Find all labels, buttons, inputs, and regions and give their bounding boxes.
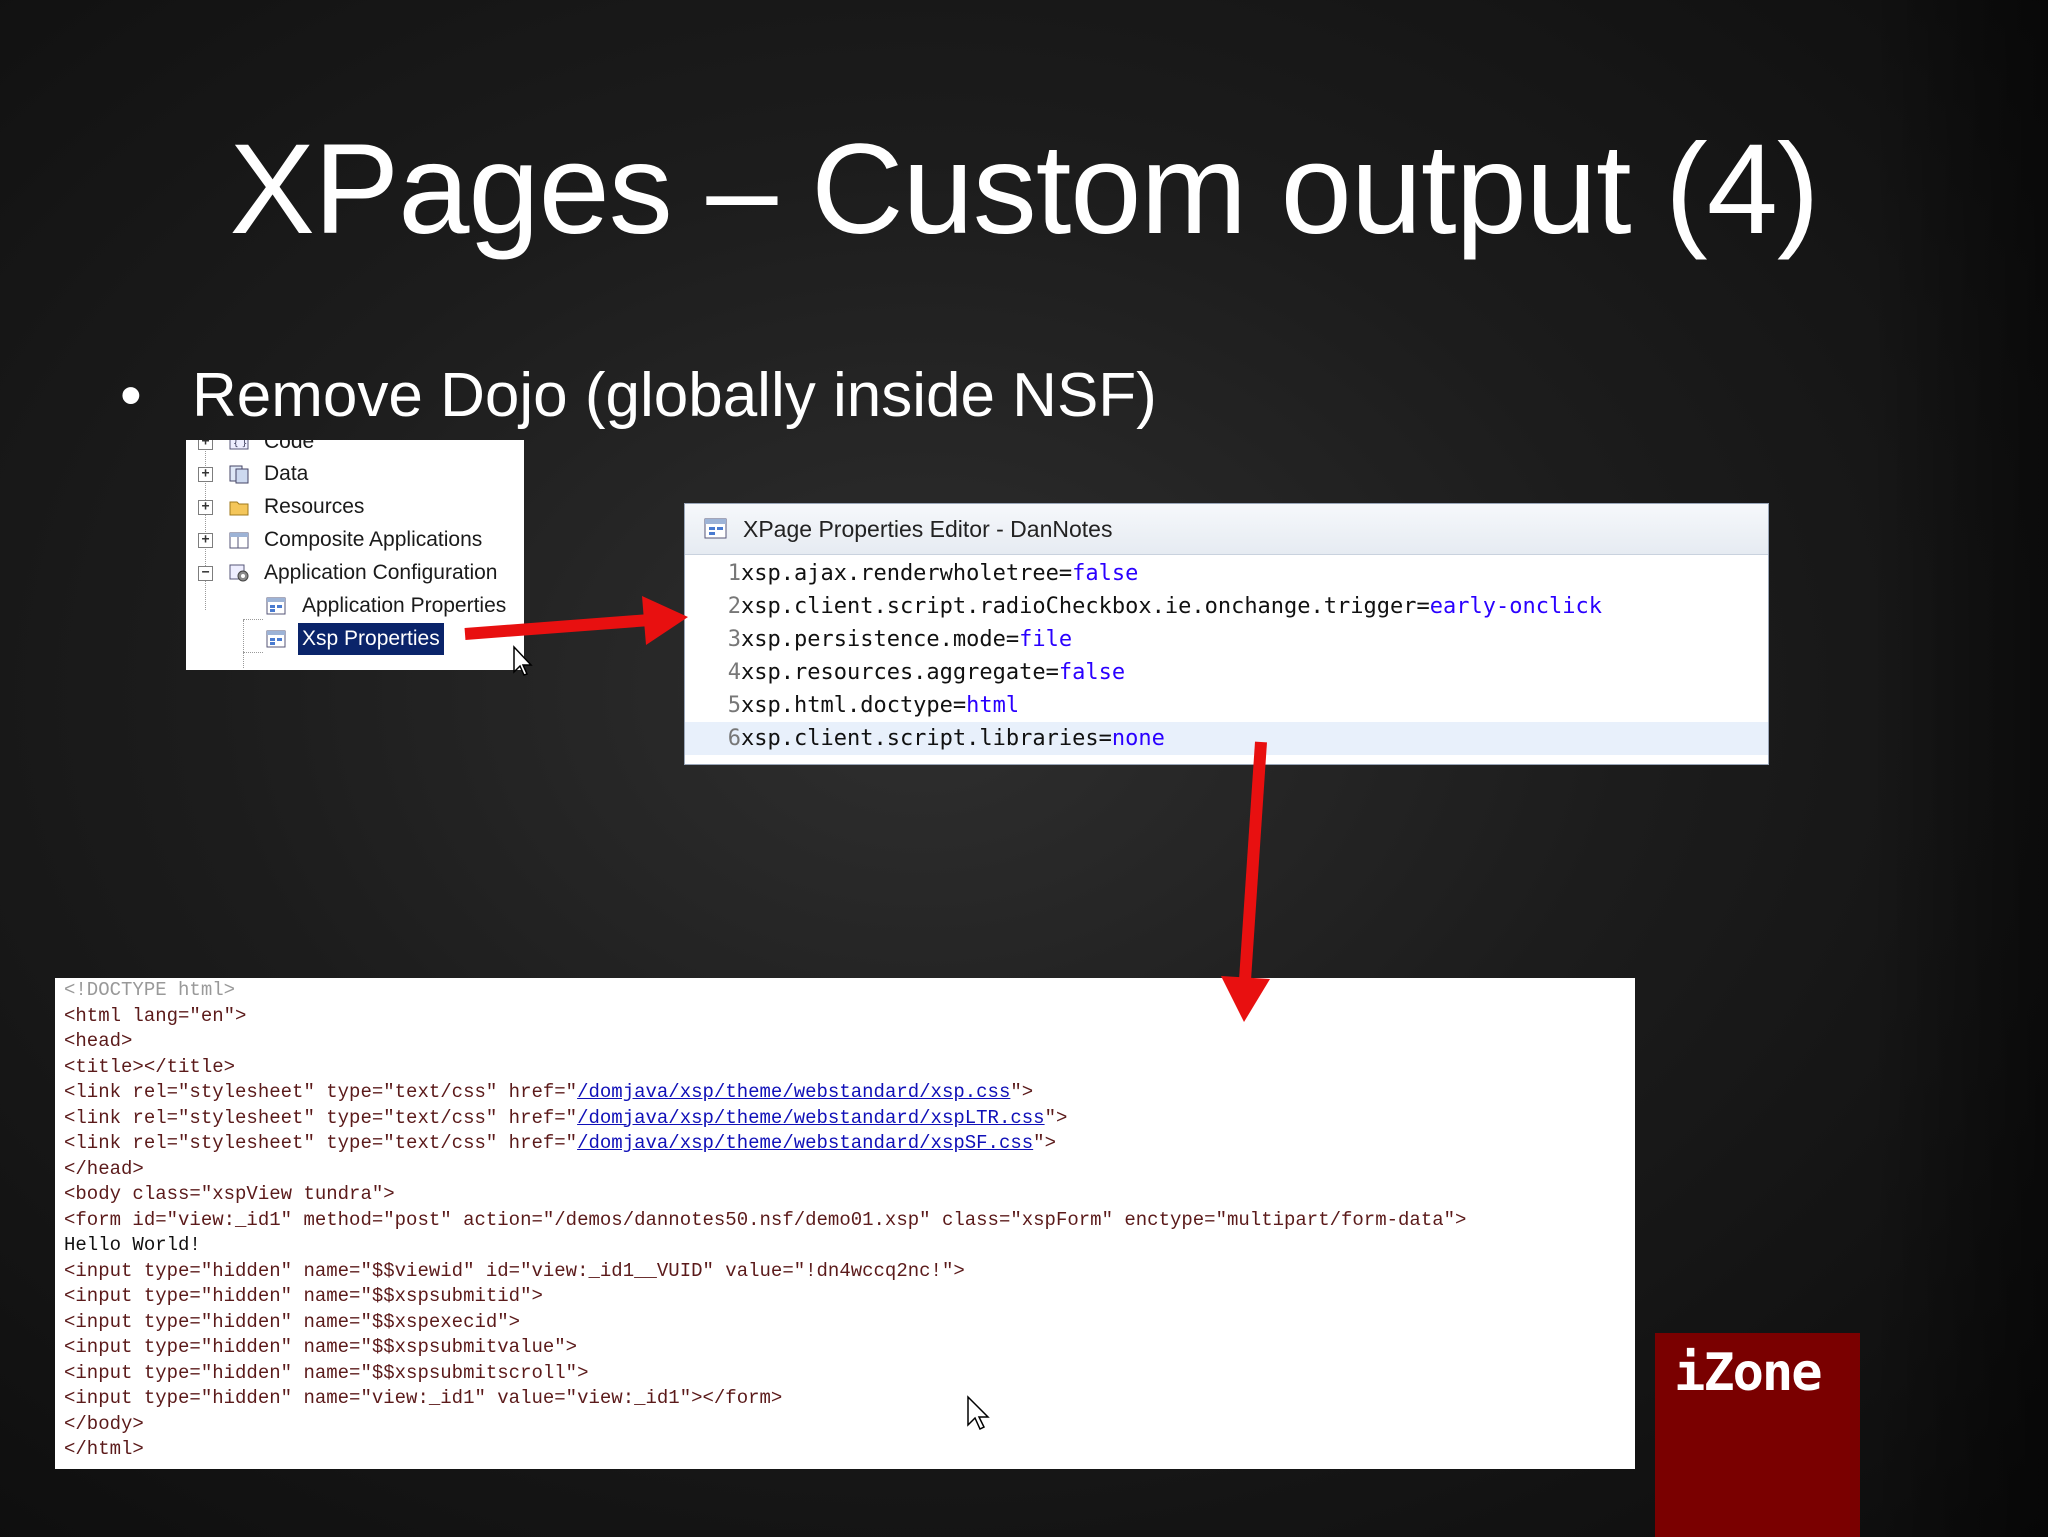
annotation-overlay bbox=[464, 596, 1270, 1431]
red-arrow-down bbox=[1221, 741, 1270, 1022]
red-arrow-right bbox=[464, 596, 688, 645]
mouse-pointer-icon bbox=[967, 1395, 990, 1431]
mouse-pointer-icon bbox=[513, 645, 533, 676]
